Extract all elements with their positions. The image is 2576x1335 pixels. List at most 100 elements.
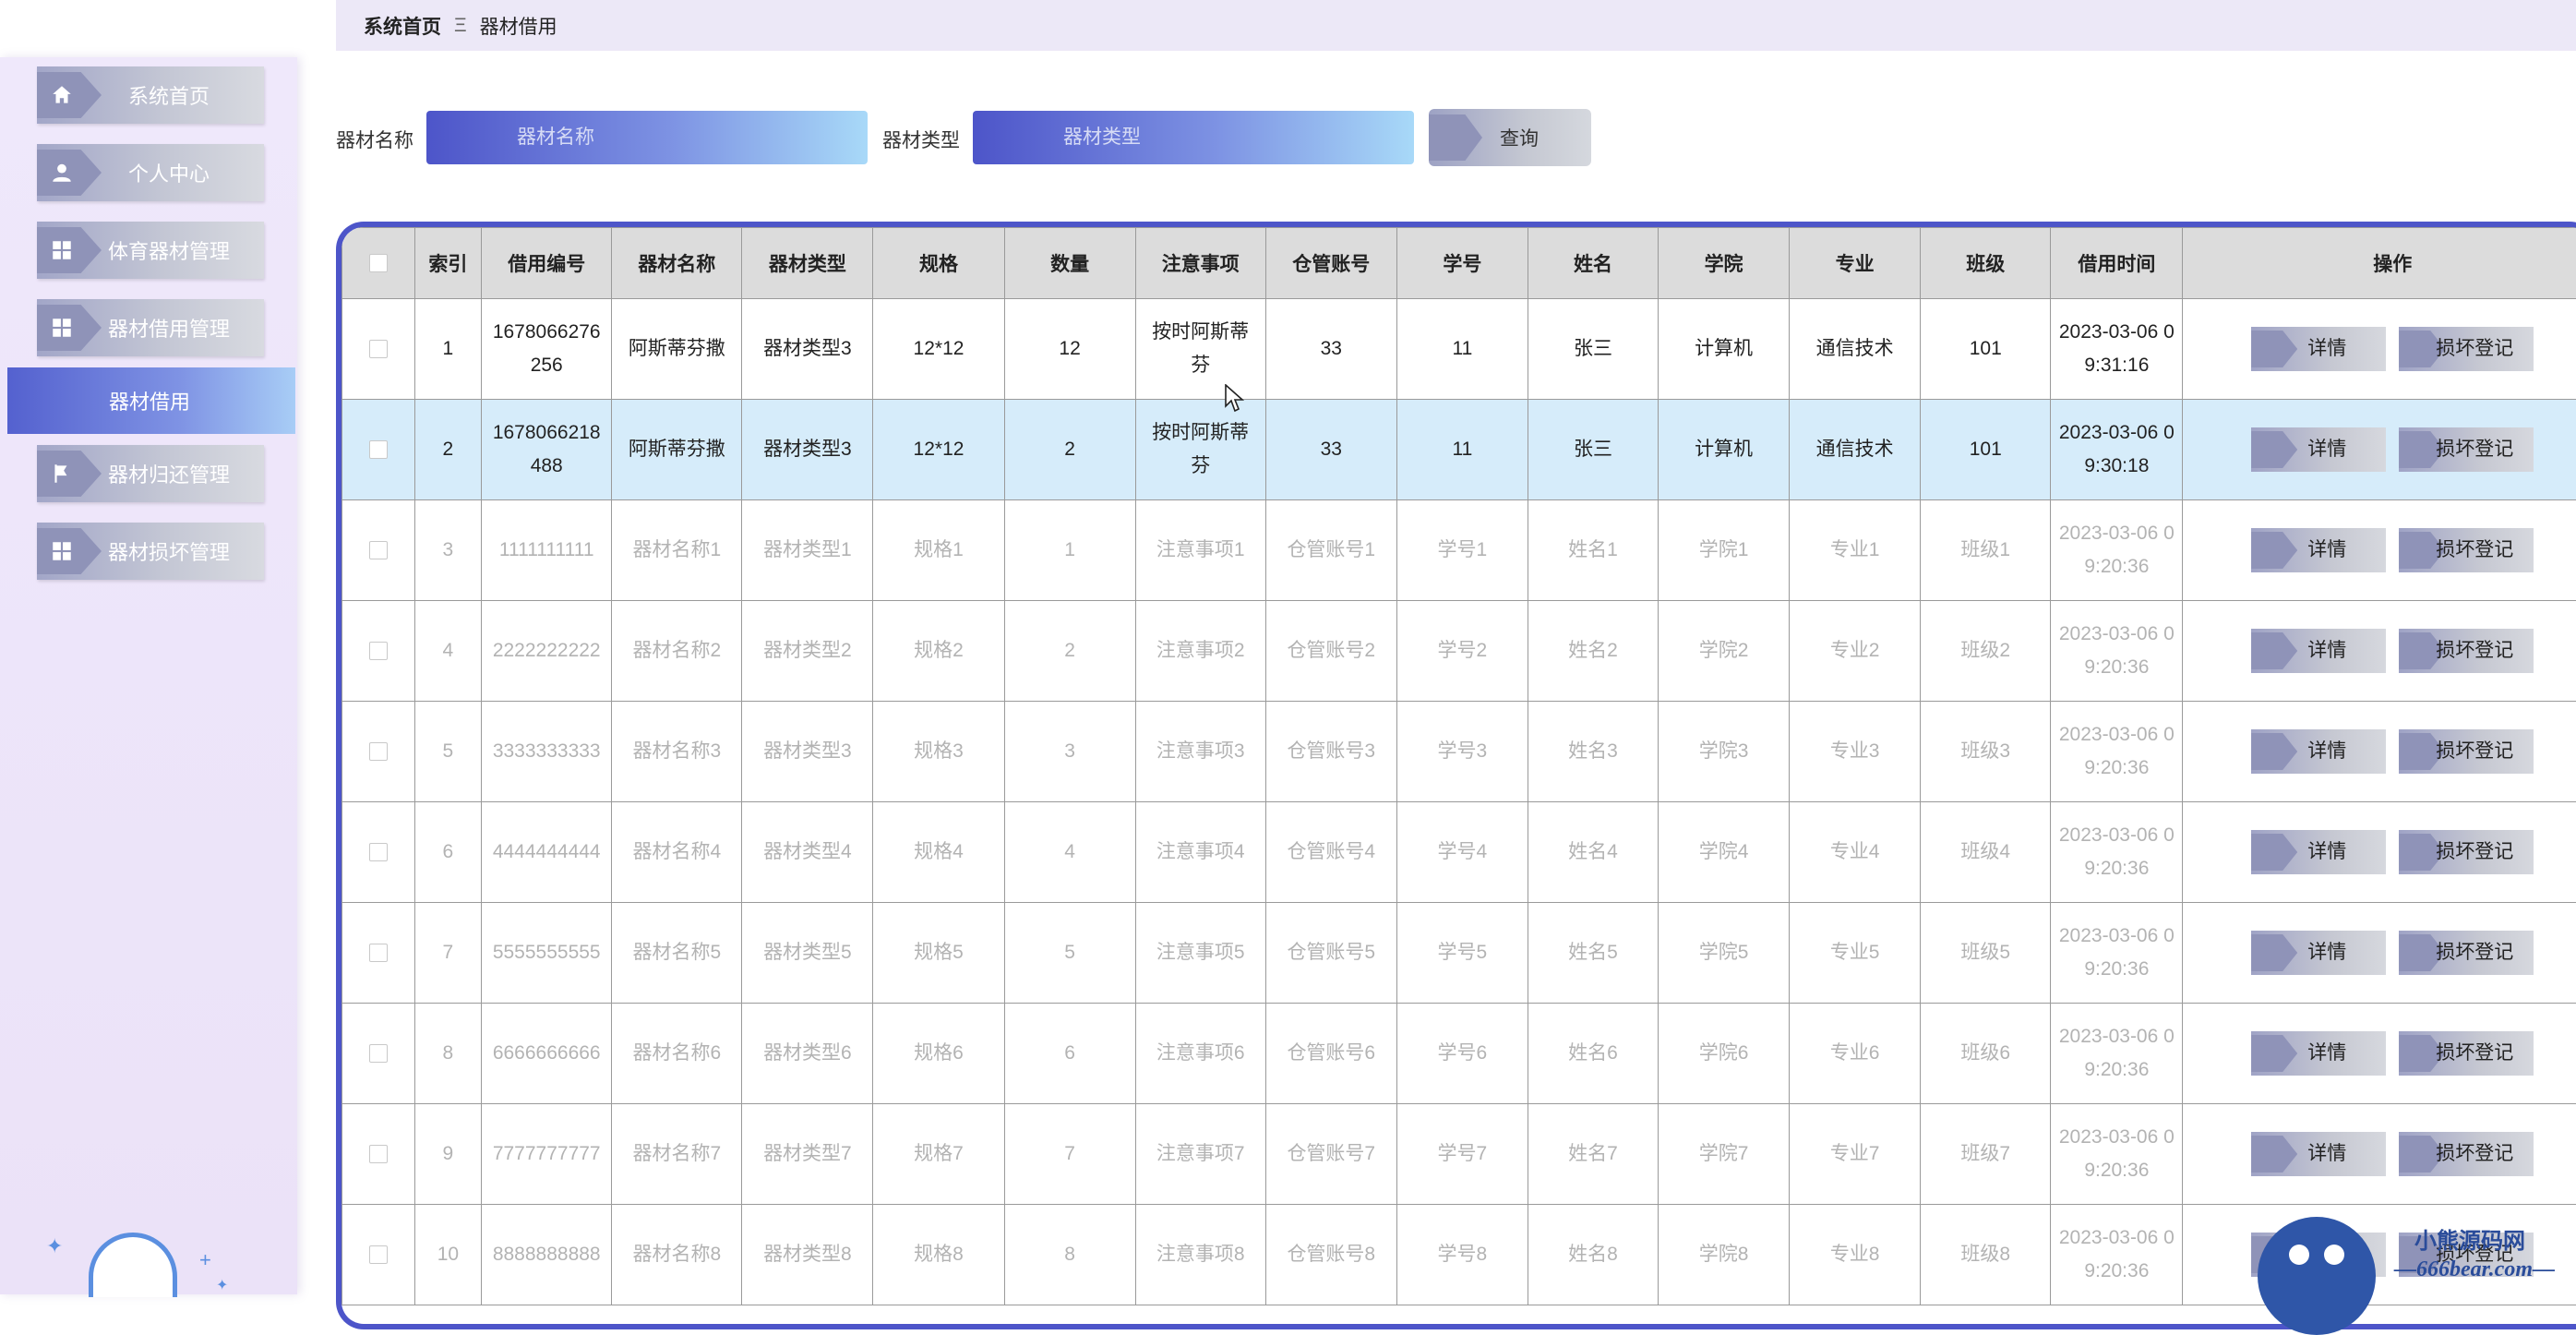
table-row[interactable]: 11678066276256阿斯蒂芬撒器材类型312*1212按时阿斯蒂芬331…	[342, 299, 2576, 400]
table-cell: 2023-03-06 09:20:36	[2051, 903, 2183, 1004]
table-cell: 3333333333	[482, 702, 612, 802]
table-cell: 2023-03-06 09:20:36	[2051, 1104, 2183, 1205]
detail-button[interactable]: 详情	[2251, 327, 2386, 371]
table-cell: 班级1	[1921, 500, 2051, 601]
row-checkbox[interactable]	[369, 440, 388, 459]
column-header: 索引	[414, 228, 482, 299]
damage-register-button-label: 损坏登记	[2436, 836, 2513, 869]
detail-button[interactable]: 详情	[2251, 528, 2386, 572]
table-row[interactable]: 86666666666器材名称6器材类型6规格66注意事项6仓管账号6学号6姓名…	[342, 1004, 2576, 1104]
row-checkbox[interactable]	[369, 642, 388, 660]
tab-decoration-icon	[2251, 632, 2297, 669]
table-cell: 9	[414, 1104, 482, 1205]
table-cell: 2023-03-06 09:20:36	[2051, 802, 2183, 903]
sidebar-item-equipment-mgmt[interactable]: 体育器材管理	[37, 222, 264, 279]
sidebar-subitem-borrow[interactable]: 器材借用	[7, 367, 295, 434]
detail-button[interactable]: 详情	[2251, 830, 2386, 874]
table-cell: 班级6	[1921, 1004, 2051, 1104]
table-row[interactable]: 75555555555器材名称5器材类型5规格55注意事项5仓管账号5学号5姓名…	[342, 903, 2576, 1004]
table-cell: 仓管账号7	[1265, 1104, 1396, 1205]
table-cell: 2023-03-06 09:30:18	[2051, 400, 2183, 500]
row-actions: 详情损坏登记	[2183, 702, 2576, 802]
row-checkbox[interactable]	[369, 1044, 388, 1063]
table-cell: 学号6	[1396, 1004, 1528, 1104]
tab-decoration-icon	[2251, 532, 2297, 569]
table-cell: 规格8	[873, 1205, 1004, 1305]
table-cell: 姓名8	[1528, 1205, 1658, 1305]
table-row[interactable]: 31111111111器材名称1器材类型1规格11注意事项1仓管账号1学号1姓名…	[342, 500, 2576, 601]
detail-button[interactable]: 详情	[2251, 1132, 2386, 1176]
table-cell: 器材名称4	[612, 802, 742, 903]
detail-button[interactable]: 详情	[2251, 729, 2386, 774]
row-checkbox[interactable]	[369, 541, 388, 559]
damage-register-button[interactable]: 损坏登记	[2399, 629, 2534, 673]
table-cell: 3	[414, 500, 482, 601]
table-row[interactable]: 108888888888器材名称8器材类型8规格88注意事项8仓管账号8学号8姓…	[342, 1205, 2576, 1305]
table-cell: 6	[414, 802, 482, 903]
row-checkbox-cell[interactable]	[342, 1004, 415, 1104]
row-checkbox[interactable]	[369, 340, 388, 358]
table-cell: 专业5	[1790, 903, 1921, 1004]
row-checkbox[interactable]	[369, 1245, 388, 1264]
grid-icon	[37, 528, 102, 574]
detail-button[interactable]: 详情	[2251, 1031, 2386, 1076]
detail-button[interactable]: 详情	[2251, 629, 2386, 673]
plus-icon: +	[199, 1248, 211, 1272]
damage-register-button[interactable]: 损坏登记	[2399, 729, 2534, 774]
sidebar-item-home[interactable]: 系统首页	[37, 66, 264, 124]
row-checkbox-cell[interactable]	[342, 601, 415, 702]
table-row[interactable]: 21678066218488阿斯蒂芬撒器材类型312*122按时阿斯蒂芬3311…	[342, 400, 2576, 500]
select-all-checkbox-cell[interactable]	[342, 228, 415, 299]
equipment-name-input[interactable]	[426, 111, 868, 164]
column-header: 学号	[1396, 228, 1528, 299]
sidebar-item-borrow-mgmt[interactable]: 器材借用管理	[37, 299, 264, 356]
table-cell: 专业2	[1790, 601, 1921, 702]
detail-button-label: 详情	[2307, 634, 2346, 668]
query-button[interactable]: 查询	[1429, 109, 1591, 166]
select-all-checkbox[interactable]	[369, 254, 388, 272]
damage-register-button[interactable]: 损坏登记	[2399, 327, 2534, 371]
row-checkbox-cell[interactable]	[342, 500, 415, 601]
row-checkbox[interactable]	[369, 843, 388, 861]
sidebar-item-profile[interactable]: 个人中心	[37, 144, 264, 201]
row-checkbox-cell[interactable]	[342, 802, 415, 903]
damage-register-button[interactable]: 损坏登记	[2399, 528, 2534, 572]
table-row[interactable]: 53333333333器材名称3器材类型3规格33注意事项3仓管账号3学号3姓名…	[342, 702, 2576, 802]
table-cell: 12*12	[873, 299, 1004, 400]
damage-register-button[interactable]: 损坏登记	[2399, 830, 2534, 874]
row-checkbox-cell[interactable]	[342, 299, 415, 400]
detail-button[interactable]: 详情	[2251, 427, 2386, 472]
breadcrumb-home[interactable]: 系统首页	[364, 12, 441, 40]
row-checkbox-cell[interactable]	[342, 702, 415, 802]
sidebar-item-return-mgmt[interactable]: 器材归还管理	[37, 445, 264, 502]
row-checkbox[interactable]	[369, 1145, 388, 1163]
detail-button-label: 详情	[2307, 332, 2346, 366]
table-row[interactable]: 42222222222器材名称2器材类型2规格22注意事项2仓管账号2学号2姓名…	[342, 601, 2576, 702]
damage-register-button[interactable]: 损坏登记	[2399, 1132, 2534, 1176]
grid-icon	[37, 305, 102, 351]
row-checkbox[interactable]	[369, 944, 388, 962]
row-actions: 详情 损坏登记	[2183, 903, 2576, 1004]
row-checkbox-cell[interactable]	[342, 903, 415, 1004]
damage-register-button[interactable]: 损坏登记	[2399, 427, 2534, 472]
damage-register-button-label: 损坏登记	[2436, 936, 2513, 969]
table-row[interactable]: 64444444444器材名称4器材类型4规格44注意事项4仓管账号4学号4姓名…	[342, 802, 2576, 903]
row-checkbox-cell[interactable]	[342, 1104, 415, 1205]
row-checkbox[interactable]	[369, 742, 388, 761]
damage-register-button[interactable]: 损坏登记	[2399, 1031, 2534, 1076]
table-cell: 器材类型7	[742, 1104, 873, 1205]
table-cell: 仓管账号5	[1265, 903, 1396, 1004]
sidebar-item-damage-mgmt[interactable]: 器材损坏管理	[37, 523, 264, 580]
table-row[interactable]: 97777777777器材名称7器材类型7规格77注意事项7仓管账号7学号7姓名…	[342, 1104, 2576, 1205]
row-checkbox-cell[interactable]	[342, 1205, 415, 1305]
table-cell: 学院7	[1659, 1104, 1790, 1205]
equipment-type-input[interactable]	[973, 111, 1414, 164]
table-cell: 学院3	[1659, 702, 1790, 802]
row-actions: 详情损坏登记	[2183, 1004, 2576, 1104]
detail-button[interactable]: 详情	[2251, 931, 2386, 975]
table-cell: 3	[1004, 702, 1135, 802]
damage-register-button[interactable]: 损坏登记	[2399, 931, 2534, 975]
sidebar-item-label: 系统首页	[128, 80, 210, 110]
table-cell: 2	[1004, 601, 1135, 702]
row-checkbox-cell[interactable]	[342, 400, 415, 500]
